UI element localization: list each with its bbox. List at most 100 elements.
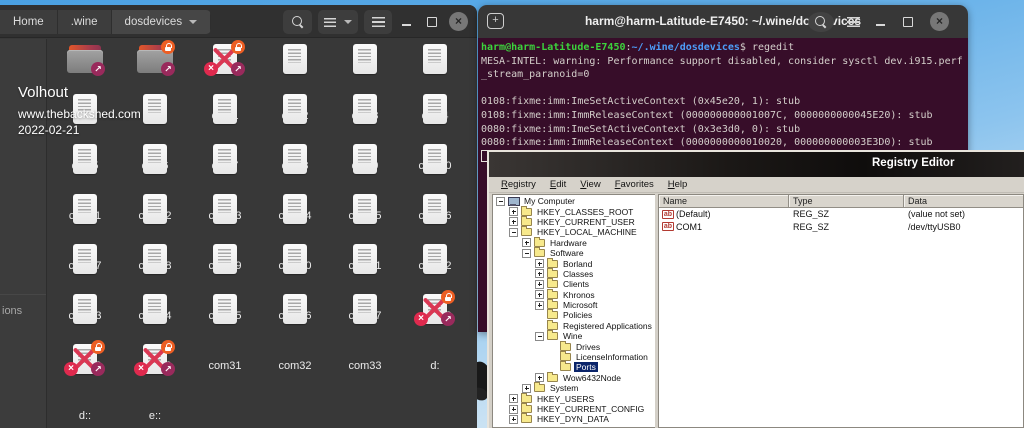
- tree-item-microsoft[interactable]: Microsoft: [493, 300, 655, 310]
- view-options-button[interactable]: [318, 10, 358, 34]
- tree-item-hkey_classes_root[interactable]: HKEY_CLASSES_ROOT: [493, 206, 655, 216]
- column-header-data[interactable]: Data: [904, 195, 1024, 208]
- file-item[interactable]: com26: [260, 239, 330, 289]
- tree-item-wow6432node[interactable]: Wow6432Node: [493, 373, 655, 383]
- file-item[interactable]: com31: [190, 289, 260, 339]
- collapse-icon[interactable]: [522, 249, 531, 258]
- terminal-search-button[interactable]: [808, 12, 834, 32]
- tree-item-licenseinformation[interactable]: LicenseInformation: [493, 352, 655, 362]
- expand-icon[interactable]: [535, 290, 544, 299]
- collapse-icon[interactable]: [535, 332, 544, 341]
- tree-item-hkey_local_machine[interactable]: HKEY_LOCAL_MACHINE: [493, 227, 655, 237]
- tree-item-wine[interactable]: Wine: [493, 331, 655, 341]
- file-item[interactable]: com21: [330, 189, 400, 239]
- breadcrumb-segment-wine[interactable]: .wine: [58, 10, 112, 34]
- tree-item-clients[interactable]: Clients: [493, 279, 655, 289]
- file-item[interactable]: com20: [260, 189, 330, 239]
- file-item[interactable]: com24: [120, 239, 190, 289]
- column-header-type[interactable]: Type: [789, 195, 904, 208]
- registry-titlebar[interactable]: Registry Editor: [489, 152, 1024, 177]
- tree-item-policies[interactable]: Policies: [493, 310, 655, 320]
- tree-item-classes[interactable]: Classes: [493, 269, 655, 279]
- expand-icon[interactable]: [522, 238, 531, 247]
- app-menu-button[interactable]: [364, 10, 392, 34]
- terminal-menu-button[interactable]: [840, 10, 866, 34]
- file-item[interactable]: com9: [330, 89, 400, 139]
- expand-icon[interactable]: [535, 280, 544, 289]
- registry-value-row[interactable]: abCOM1REG_SZ/dev/ttyUSB0: [659, 221, 1023, 234]
- file-item[interactable]: com13: [190, 139, 260, 189]
- expand-icon[interactable]: [535, 301, 544, 310]
- file-item[interactable]: com18: [120, 189, 190, 239]
- minimize-button[interactable]: [400, 13, 412, 29]
- file-item[interactable]: com4: [400, 39, 470, 89]
- tree-item-drives[interactable]: Drives: [493, 341, 655, 351]
- expand-icon[interactable]: [509, 405, 518, 414]
- file-item[interactable]: com19: [190, 189, 260, 239]
- file-item[interactable]: com3: [330, 39, 400, 89]
- file-item[interactable]: com17: [50, 189, 120, 239]
- file-item[interactable]: com32: [260, 289, 330, 339]
- tree-item-khronos[interactable]: Khronos: [493, 290, 655, 300]
- tree-item-system[interactable]: System: [493, 383, 655, 393]
- file-item[interactable]: ↗z:: [120, 39, 190, 89]
- tree-item-my-computer[interactable]: My Computer: [493, 196, 655, 206]
- expand-icon[interactable]: [535, 259, 544, 268]
- file-item[interactable]: com6: [120, 89, 190, 139]
- file-item[interactable]: com14: [260, 139, 330, 189]
- expand-icon[interactable]: [535, 373, 544, 382]
- tree-item-hkey_dyn_data[interactable]: HKEY_DYN_DATA: [493, 414, 655, 424]
- file-item[interactable]: ×↗d::: [50, 339, 120, 389]
- maximize-button[interactable]: [426, 13, 438, 29]
- file-item[interactable]: ×↗e::: [120, 339, 190, 389]
- file-item[interactable]: com2: [260, 39, 330, 89]
- file-item[interactable]: com23: [50, 239, 120, 289]
- tree-item-hkey_current_user[interactable]: HKEY_CURRENT_USER: [493, 217, 655, 227]
- sidebar-item-other-locations-partial[interactable]: ions: [2, 305, 22, 317]
- file-item[interactable]: com12: [120, 139, 190, 189]
- file-item[interactable]: com28: [400, 239, 470, 289]
- menu-favorites[interactable]: Favorites: [608, 179, 661, 190]
- column-header-name[interactable]: Name: [659, 195, 789, 208]
- expand-icon[interactable]: [509, 207, 518, 216]
- file-item[interactable]: com22: [400, 189, 470, 239]
- file-item[interactable]: com8: [260, 89, 330, 139]
- breadcrumb-segment-Home[interactable]: Home: [0, 10, 58, 34]
- file-item[interactable]: com11: [50, 139, 120, 189]
- collapse-icon[interactable]: [509, 228, 518, 237]
- tree-item-borland[interactable]: Borland: [493, 258, 655, 268]
- registry-value-row[interactable]: ab(Default)REG_SZ(value not set): [659, 208, 1023, 221]
- file-item[interactable]: com15: [330, 139, 400, 189]
- tree-item-hkey_current_config[interactable]: HKEY_CURRENT_CONFIG: [493, 404, 655, 414]
- terminal-minimize-button[interactable]: [874, 13, 886, 29]
- tree-item-hardware[interactable]: Hardware: [493, 238, 655, 248]
- file-item[interactable]: ×↗d:: [400, 289, 470, 339]
- menu-help[interactable]: Help: [661, 179, 695, 190]
- file-item[interactable]: ↗c:: [50, 39, 120, 89]
- file-item[interactable]: com16: [400, 139, 470, 189]
- file-item[interactable]: com5: [50, 89, 120, 139]
- menu-view[interactable]: View: [573, 179, 607, 190]
- expand-icon[interactable]: [522, 384, 531, 393]
- expand-icon[interactable]: [509, 394, 518, 403]
- file-item[interactable]: com27: [330, 239, 400, 289]
- terminal-close-button[interactable]: ×: [930, 12, 949, 31]
- close-button[interactable]: ×: [449, 12, 468, 31]
- expand-icon[interactable]: [535, 269, 544, 278]
- collapse-icon[interactable]: [496, 197, 505, 206]
- search-button[interactable]: [283, 10, 312, 34]
- file-item[interactable]: ×↗com1: [190, 39, 260, 89]
- tree-item-registered-applications[interactable]: Registered Applications: [493, 321, 655, 331]
- tree-item-ports[interactable]: Ports: [493, 362, 655, 372]
- file-item[interactable]: com7: [190, 89, 260, 139]
- file-item[interactable]: com30: [120, 289, 190, 339]
- menu-registry[interactable]: Registry: [494, 179, 543, 190]
- tree-item-software[interactable]: Software: [493, 248, 655, 258]
- breadcrumb-segment-dosdevices[interactable]: dosdevices: [112, 10, 212, 34]
- terminal-maximize-button[interactable]: [902, 13, 914, 29]
- tree-item-hkey_users[interactable]: HKEY_USERS: [493, 393, 655, 403]
- expand-icon[interactable]: [509, 415, 518, 424]
- menu-edit[interactable]: Edit: [543, 179, 573, 190]
- expand-icon[interactable]: [509, 217, 518, 226]
- file-item[interactable]: com10: [400, 89, 470, 139]
